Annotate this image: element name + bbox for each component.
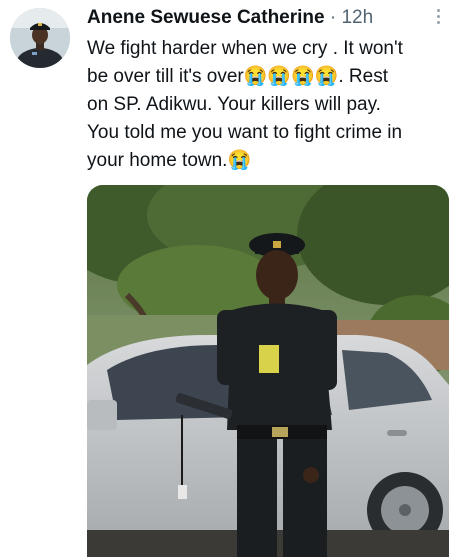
avatar-photo (10, 8, 70, 68)
tweet-header: Anene Sewuese Catherine · 12h (87, 6, 417, 30)
tweet-text-line: You told me you want to fight crime in (87, 122, 403, 143)
photo-police-officer-by-car (87, 185, 449, 557)
tweet-photo[interactable] (87, 185, 449, 557)
tweet-timestamp[interactable]: 12h (341, 7, 373, 28)
tweet-text-line: your home town.😭 (87, 150, 252, 171)
tweet-text-line: be over till it's over😭😭😭😭. Rest (87, 66, 388, 87)
tweet-text: We fight harder when we cry . It won't b… (87, 35, 449, 175)
tweet-text-line: We fight harder when we cry . It won't (87, 38, 403, 59)
author-avatar[interactable] (10, 8, 70, 68)
author-name[interactable]: Anene Sewuese Catherine (87, 7, 325, 28)
tweet-text-line: on SP. Adikwu. Your killers will pay. (87, 94, 381, 115)
more-vertical-icon[interactable] (432, 6, 444, 28)
meta-separator: · (329, 7, 337, 28)
